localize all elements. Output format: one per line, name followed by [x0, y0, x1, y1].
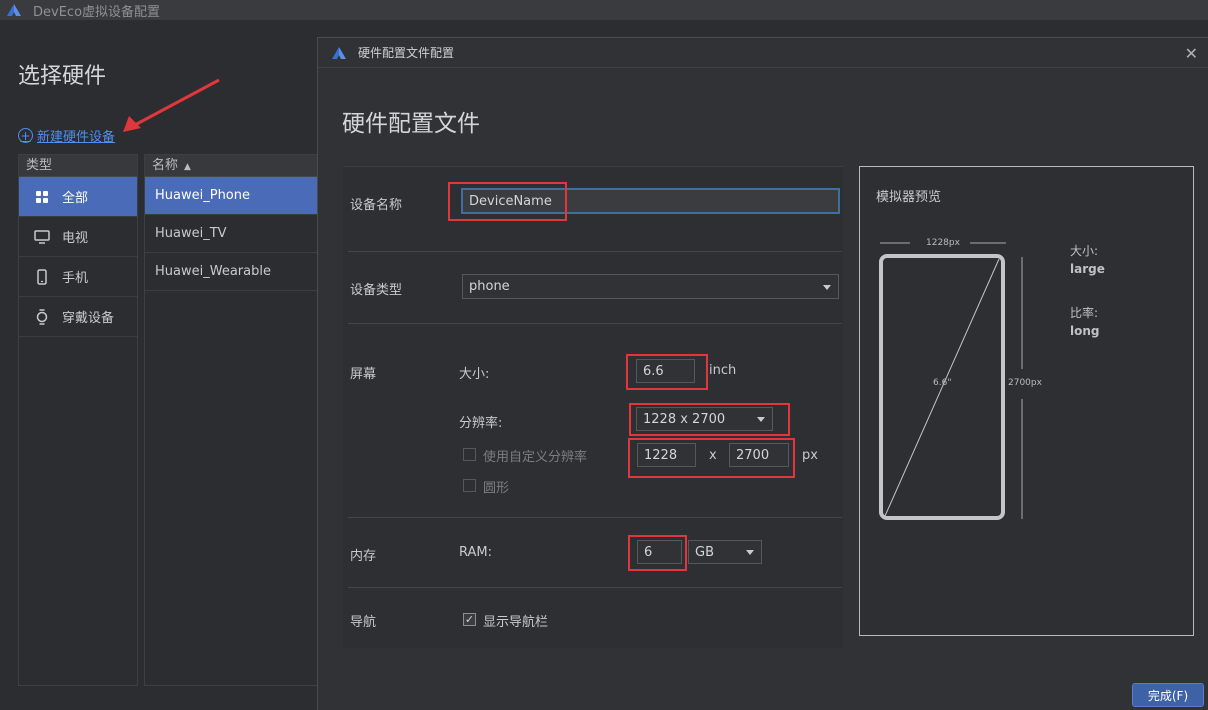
ram-unit-value: GB — [695, 544, 714, 560]
deveco-logo-icon — [7, 4, 21, 16]
window-titlebar: DevEco虚拟设备配置 — [0, 0, 1208, 20]
phone-icon — [34, 268, 50, 285]
emulator-preview-panel: 模拟器预览 1228px 2700px 6.6" 大小: large 比率: l… — [859, 166, 1194, 636]
separator — [348, 517, 842, 518]
device-list-item[interactable]: Huawei_Phone — [145, 177, 323, 215]
close-icon[interactable]: ✕ — [1185, 44, 1198, 63]
plus-circle-icon: + — [18, 128, 33, 143]
preview-ratio-value: long — [1070, 324, 1100, 338]
ram-label: RAM: — [459, 545, 492, 560]
round-screen-checkbox[interactable] — [463, 479, 476, 492]
type-item-tv[interactable]: 电视 — [19, 217, 137, 257]
type-column-header[interactable]: 类型 — [19, 155, 137, 177]
name-column-header[interactable]: 名称 ▲ — [145, 155, 323, 177]
navigation-label: 导航 — [350, 615, 377, 630]
type-item-wearable[interactable]: 穿戴设备 — [19, 297, 137, 337]
device-type-value: phone — [469, 279, 510, 294]
preview-width-label: 1228px — [926, 238, 960, 248]
sort-ascending-icon: ▲ — [184, 162, 191, 172]
device-list-item[interactable]: Huawei_Wearable — [145, 253, 323, 291]
window-title: DevEco虚拟设备配置 — [33, 4, 161, 20]
type-item-label: 电视 — [62, 231, 89, 246]
chevron-down-icon — [746, 550, 754, 555]
highlight-box — [628, 438, 795, 478]
page-title: 选择硬件 — [18, 64, 107, 89]
custom-resolution-checkbox[interactable] — [463, 448, 476, 461]
deveco-logo-icon — [332, 46, 346, 59]
preview-diagonal-label: 6.6" — [933, 378, 952, 388]
new-hardware-device-link[interactable]: + 新建硬件设备 — [18, 126, 115, 145]
device-name-label: 设备名称 — [350, 198, 403, 213]
tv-icon — [34, 229, 50, 245]
type-item-label: 穿戴设备 — [62, 311, 115, 326]
type-item-phone[interactable]: 手机 — [19, 257, 137, 297]
ram-unit-dropdown[interactable]: GB — [688, 540, 762, 564]
highlight-box — [626, 354, 708, 390]
red-arrow-annotation — [123, 78, 220, 132]
screen-size-unit: inch — [709, 363, 737, 378]
device-outline-diagram — [879, 242, 1023, 520]
type-item-all[interactable]: 全部 — [19, 177, 137, 217]
screen-size-label: 大小: — [459, 367, 490, 382]
device-type-label: 设备类型 — [350, 283, 403, 298]
preview-ratio-label: 比率: — [1070, 306, 1099, 320]
memory-label: 内存 — [350, 549, 377, 564]
separator — [348, 587, 842, 588]
chevron-down-icon — [823, 284, 831, 290]
device-list-item[interactable]: Huawei_TV — [145, 215, 323, 253]
dialog-titlebar: 硬件配置文件配置 ✕ — [318, 38, 1208, 68]
highlight-box — [629, 403, 790, 436]
device-type-dropdown[interactable]: phone — [462, 274, 839, 299]
show-nav-bar-checkbox[interactable]: ✓ — [463, 613, 476, 626]
dialog-title: 硬件配置文件配置 — [358, 46, 455, 60]
device-name-list-panel: 名称 ▲ Huawei_Phone Huawei_TV Huawei_Wearab… — [144, 154, 324, 686]
new-hardware-device-label: 新建硬件设备 — [37, 130, 116, 145]
finish-button[interactable]: 完成(F) — [1132, 683, 1204, 707]
dialog-heading: 硬件配置文件 — [342, 111, 480, 137]
round-screen-label: 圆形 — [483, 481, 510, 496]
separator — [348, 323, 842, 324]
type-list-panel: 类型 全部 电视 手机 穿戴设备 — [18, 154, 138, 686]
show-nav-bar-label: 显示导航栏 — [483, 615, 549, 630]
hardware-form: 设备名称 DeviceName 设备类型 phone 屏幕 大小: 6.6 in… — [343, 166, 843, 648]
highlight-box — [628, 535, 687, 571]
separator — [348, 251, 842, 252]
type-item-label: 手机 — [62, 271, 89, 286]
screen-label: 屏幕 — [350, 367, 377, 382]
custom-resolution-unit: px — [802, 448, 818, 463]
name-column-header-label: 名称 — [152, 158, 179, 173]
preview-height-label: 2700px — [1008, 378, 1042, 388]
preview-size-label: 大小: — [1070, 244, 1099, 258]
grid-icon — [34, 189, 50, 205]
preview-size-value: large — [1070, 262, 1105, 276]
resolution-label: 分辨率: — [459, 416, 503, 431]
watch-icon — [34, 308, 50, 325]
custom-resolution-label: 使用自定义分辨率 — [483, 450, 588, 465]
highlight-box — [448, 182, 567, 221]
hardware-profile-dialog: 硬件配置文件配置 ✕ 硬件配置文件 设备名称 DeviceName 设备类型 p… — [317, 37, 1208, 710]
type-item-label: 全部 — [62, 191, 89, 206]
